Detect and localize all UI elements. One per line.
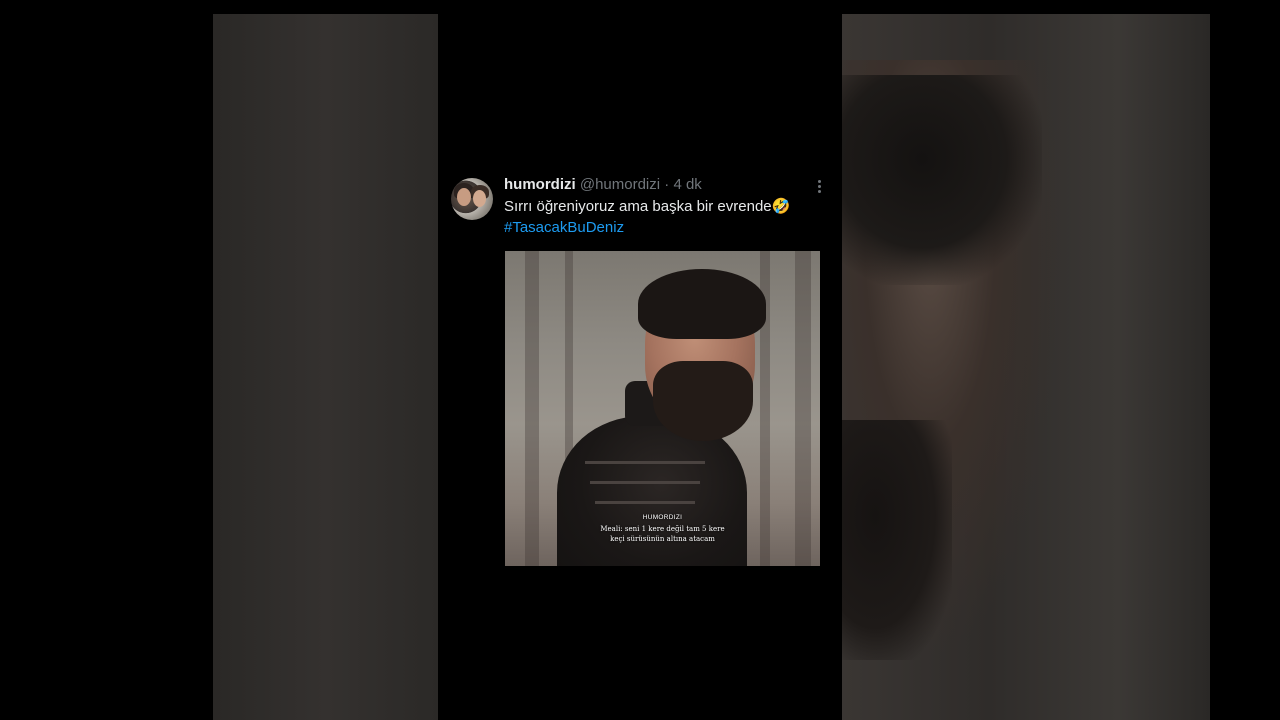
separator-dot: · bbox=[664, 176, 670, 193]
blurred-beard-background bbox=[842, 420, 952, 660]
media-caption-line-2: keçi sürüsünün altına atacam bbox=[610, 535, 715, 543]
more-options-icon[interactable] bbox=[814, 178, 824, 194]
media-caption-line-1: Meali: seni 1 kere değil tam 5 kere bbox=[600, 525, 725, 533]
hashtag-link[interactable]: #TasacakBuDeniz bbox=[504, 217, 824, 238]
avatar[interactable] bbox=[451, 178, 493, 220]
blurred-background-left bbox=[213, 14, 438, 720]
tweet-text: Sırrı öğreniyoruz ama başka bir evrende🤣… bbox=[504, 196, 824, 238]
laughing-emoji-icon: 🤣 bbox=[771, 197, 791, 215]
tweet-media-image[interactable]: HUMORDIZI Meali: seni 1 kere değil tam 5… bbox=[505, 251, 820, 566]
video-frame: humordizi @humordizi · 4 dk Sırrı öğreni… bbox=[438, 0, 842, 720]
media-watermark: HUMORDIZI bbox=[642, 514, 683, 521]
user-handle[interactable]: @humordizi bbox=[580, 176, 660, 193]
person-beard bbox=[653, 361, 753, 441]
tweet-body: Sırrı öğreniyoruz ama başka bir evrende bbox=[504, 198, 772, 215]
display-name[interactable]: humordizi bbox=[504, 176, 576, 193]
timestamp[interactable]: 4 dk bbox=[673, 176, 701, 193]
blurred-hair-background bbox=[842, 75, 1042, 285]
person-hair bbox=[638, 269, 766, 339]
tweet-header: humordizi @humordizi · 4 dk bbox=[504, 175, 702, 195]
